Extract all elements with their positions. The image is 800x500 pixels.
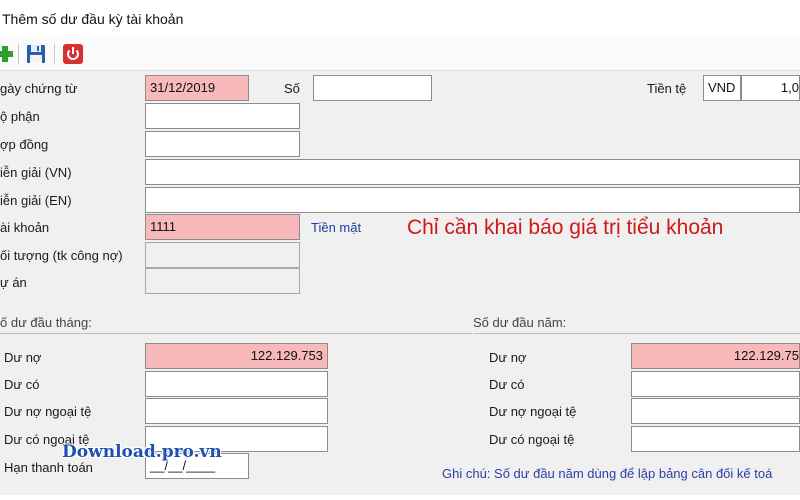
- exchange-rate-field[interactable]: 1,0: [741, 75, 800, 101]
- section-divider: [0, 333, 472, 334]
- monthly-foreign-debit-field[interactable]: [145, 398, 328, 424]
- title-bar: Thêm số dư đầu kỳ tài khoản: [0, 0, 800, 39]
- date-label: gày chứng từ: [0, 81, 78, 96]
- yearly-foreign-credit-label: Dư có ngoại tệ: [489, 432, 575, 447]
- subject-label: ối tượng (tk công nợ): [0, 248, 123, 263]
- account-field[interactable]: 1111: [145, 214, 300, 240]
- monthly-foreign-debit-label: Dư nợ ngoại tệ: [4, 404, 92, 419]
- subject-field[interactable]: [145, 242, 300, 268]
- power-icon[interactable]: [62, 43, 84, 65]
- account-name-link[interactable]: Tiền mặt: [311, 220, 361, 235]
- note-text: Ghi chú: Số dư đầu năm dùng để lập bảng …: [442, 466, 773, 481]
- yearly-debit-field[interactable]: 122.129.75: [631, 343, 800, 369]
- monthly-credit-field[interactable]: [145, 371, 328, 397]
- yearly-foreign-credit-field[interactable]: [631, 426, 800, 452]
- contract-label: ợp đồng: [0, 137, 49, 152]
- dialog-window: Thêm số dư đầu kỳ tài khoản gày chứng từ…: [0, 0, 800, 500]
- section-divider: [473, 333, 800, 334]
- watermark-logo: Download.pro.vn: [62, 442, 222, 462]
- contract-field[interactable]: [145, 131, 300, 157]
- yearly-credit-label: Dư có: [489, 377, 525, 392]
- add-icon[interactable]: [0, 43, 16, 65]
- toolbar-separator: [18, 44, 19, 64]
- project-label: ự án: [0, 275, 27, 290]
- currency-code-field[interactable]: VND: [703, 75, 741, 101]
- department-label: ộ phận: [0, 109, 40, 124]
- toolbar: [0, 38, 800, 71]
- project-field[interactable]: [145, 268, 300, 294]
- yearly-balance-title: Số dư đầu năm:: [473, 315, 567, 330]
- callout-text: Chỉ cần khai báo giá trị tiểu khoản: [407, 216, 724, 239]
- currency-label: Tiền tệ: [647, 81, 687, 96]
- department-field[interactable]: [145, 103, 300, 129]
- monthly-debit-field[interactable]: 122.129.753: [145, 343, 328, 369]
- description-vn-field[interactable]: [145, 159, 800, 185]
- date-field[interactable]: 31/12/2019: [145, 75, 249, 101]
- yearly-foreign-debit-label: Dư nợ ngoại tệ: [489, 404, 577, 419]
- window-title: Thêm số dư đầu kỳ tài khoản: [2, 11, 184, 27]
- monthly-credit-label: Dư có: [4, 377, 40, 392]
- description-en-field[interactable]: [145, 187, 800, 213]
- description-en-label: iễn giải (EN): [0, 193, 72, 208]
- monthly-debit-label: Dư nợ: [4, 350, 42, 365]
- monthly-balance-title: ố dư đầu tháng:: [0, 315, 92, 330]
- description-vn-label: iễn giải (VN): [0, 165, 72, 180]
- due-date-label: Hạn thanh toán: [4, 460, 93, 475]
- save-icon[interactable]: [25, 43, 47, 65]
- account-label: ài khoản: [0, 220, 50, 235]
- yearly-foreign-debit-field[interactable]: [631, 398, 800, 424]
- yearly-credit-field[interactable]: [631, 371, 800, 397]
- number-field[interactable]: [313, 75, 432, 101]
- number-label: Số: [284, 81, 300, 96]
- bottom-border: [0, 495, 800, 500]
- yearly-debit-label: Dư nợ: [489, 350, 527, 365]
- toolbar-separator: [54, 44, 55, 64]
